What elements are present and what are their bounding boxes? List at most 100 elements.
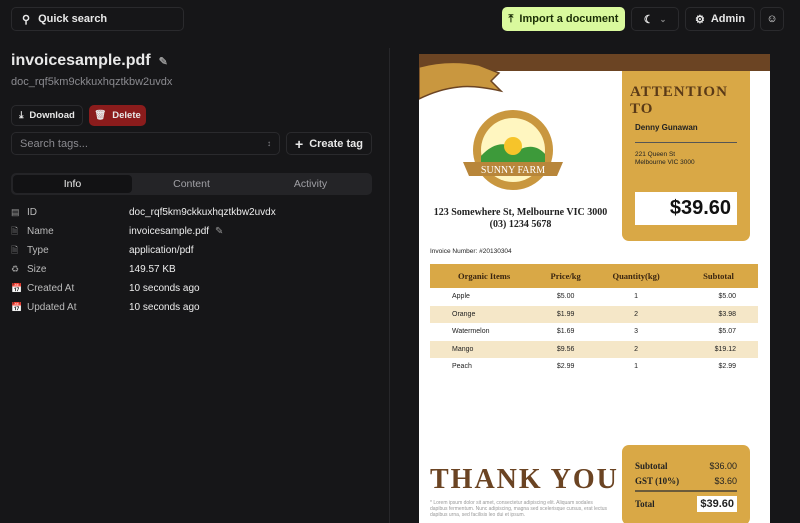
separator — [635, 490, 737, 492]
info-value: 149.57 KB — [129, 264, 176, 275]
subtotal-label: Subtotal — [635, 461, 668, 471]
table-cell: 3 — [634, 328, 639, 336]
info-row: ▤ ID doc_rqf5km9ckkuxhqztkbw2uvdx — [11, 203, 381, 222]
table-row: Watermelon $1.69 3 $5.07 — [430, 323, 758, 341]
document-id: doc_rqf5km9ckkuxhqztkbw2uvdx — [11, 76, 173, 88]
col-header: Quantity(kg) — [593, 264, 680, 288]
user-icon: ☺ — [766, 13, 778, 25]
info-value-wrap: application/pdf — [129, 245, 194, 256]
subtotal-value: $36.00 — [709, 461, 737, 471]
info-row: 🗎 Name invoicesample.pdf ✎ — [11, 222, 381, 241]
file-type-icon: 🗎 — [11, 244, 19, 255]
table-cell: 2 — [593, 305, 680, 323]
address-line-2: Melbourne VIC 3000 — [635, 159, 695, 166]
amount-due: $39.60 — [635, 192, 737, 225]
info-value-wrap: 10 seconds ago — [129, 302, 200, 313]
document-title-text: invoicesample.pdf — [11, 52, 151, 69]
thank-you-heading: THANK YOU — [430, 464, 619, 495]
table-cell: $2.99 — [556, 363, 575, 371]
info-value-wrap: 149.57 KB — [129, 264, 176, 275]
top-bar: ⚲ Quick search ⤒ Import a document ☾ ⌄ ⚙… — [0, 0, 800, 38]
table-cell: $5.00 — [556, 293, 575, 301]
admin-button[interactable]: ⚙ Admin — [685, 7, 755, 31]
table-cell: $5.07 — [718, 328, 736, 336]
admin-label: Admin — [710, 13, 746, 25]
table-cell: 2 — [593, 340, 680, 358]
total-label: Total — [635, 499, 655, 509]
footnote: * Lorem ipsum dolor sit amet, consectetu… — [430, 500, 608, 518]
pencil-icon[interactable]: ✎ — [215, 226, 223, 237]
attention-box: ATTENTION TO Denny Gunawan 221 Queen St M… — [622, 71, 750, 241]
table-cell: $19.12 — [679, 340, 758, 358]
search-tags-placeholder: Search tags... — [20, 137, 88, 150]
tab-info[interactable]: Info — [13, 175, 132, 193]
table-cell: 1 — [634, 293, 639, 301]
pdf-preview[interactable]: SUNNY FARM 123 Somewhere St, Melbourne V… — [419, 54, 770, 523]
info-value-wrap: 10 seconds ago — [129, 283, 200, 294]
download-button[interactable]: ⤓ Download — [11, 105, 83, 126]
download-icon: ⤓ — [19, 110, 24, 121]
theme-toggle-button[interactable]: ☾ ⌄ — [631, 7, 679, 31]
tab-content[interactable]: Content — [132, 175, 251, 193]
import-document-button[interactable]: ⤒ Import a document — [502, 7, 625, 31]
calendar-icon: 📅 — [11, 302, 23, 312]
create-tag-button[interactable]: + Create tag — [286, 132, 372, 155]
ribbon-decoration — [419, 61, 504, 100]
pencil-icon[interactable]: ✎ — [159, 55, 168, 68]
gst-label: GST (10%) — [635, 476, 680, 486]
recipient-address: 221 Queen St Melbourne VIC 3000 — [635, 151, 695, 167]
gst-row: GST (10%) $3.60 — [635, 476, 737, 486]
tab-activity[interactable]: Activity — [251, 175, 370, 193]
table-row: Apple $5.00 1 $5.00 — [430, 288, 758, 306]
chevron-updown-icon: ↕ — [267, 139, 271, 148]
info-key: ID — [27, 207, 37, 218]
items-table: Organic Items Price/kg Quantity(kg) Subt… — [430, 264, 758, 376]
table-cell: 1 — [634, 363, 639, 371]
table-cell: Orange — [430, 305, 539, 323]
subtotal-row: Subtotal $36.00 — [635, 461, 737, 471]
info-value-wrap: doc_rqf5km9ckkuxhqztkbw2uvdx — [129, 207, 276, 218]
upload-icon: ⤒ — [508, 12, 514, 25]
col-header: Subtotal — [679, 264, 758, 288]
info-row: 🗎 Type application/pdf — [11, 241, 381, 260]
info-key: Created At — [27, 283, 75, 294]
info-key: Type — [27, 245, 49, 256]
info-list: ▤ ID doc_rqf5km9ckkuxhqztkbw2uvdx 🗎 Name invo… — [11, 203, 381, 317]
tab-bar: Info Content Activity — [11, 173, 372, 195]
table-row: Peach $2.99 1 $2.99 — [430, 358, 758, 376]
info-row: ♻ Size 149.57 KB — [11, 260, 381, 279]
info-value: 10 seconds ago — [129, 283, 200, 294]
info-value-wrap: invoicesample.pdf ✎ — [129, 226, 223, 237]
info-value: doc_rqf5km9ckkuxhqztkbw2uvdx — [129, 207, 276, 218]
quick-search-label: Quick search — [38, 13, 108, 25]
file-icon: 🗎 — [11, 225, 19, 236]
col-header: Price/kg — [538, 264, 594, 288]
table-cell: Mango — [430, 340, 539, 358]
separator — [635, 142, 737, 143]
table-cell: Watermelon — [452, 328, 490, 336]
chevron-down-icon: ⌄ — [659, 14, 667, 24]
total-row: Total $39.60 — [635, 496, 737, 512]
total-value: $39.60 — [697, 496, 737, 512]
calendar-icon: 📅 — [11, 283, 23, 293]
company-address: 123 Somewhere St, Melbourne VIC 3000 (03)… — [419, 207, 622, 231]
col-header: Organic Items — [430, 264, 539, 288]
create-tag-label: Create tag — [309, 137, 363, 150]
info-key: Size — [27, 264, 47, 275]
download-label: Download — [29, 110, 75, 121]
panel-divider — [389, 48, 390, 523]
quick-search-button[interactable]: ⚲ Quick search — [11, 7, 184, 31]
search-tags-select[interactable]: Search tags... ↕ — [11, 132, 280, 155]
company-street: 123 Somewhere St, Melbourne VIC 3000 — [433, 207, 608, 218]
moon-icon: ☾ — [643, 13, 654, 26]
delete-label: Delete — [112, 110, 141, 121]
trash-icon: 🗑 — [94, 110, 107, 121]
totals-box: Subtotal $36.00 GST (10%) $3.60 Total $39.6… — [622, 445, 750, 523]
delete-button[interactable]: 🗑 Delete — [89, 105, 146, 126]
address-line-1: 221 Queen St — [635, 151, 676, 158]
company-phone: (03) 1234 5678 — [489, 219, 552, 230]
user-menu-button[interactable]: ☺ — [760, 7, 784, 31]
table-cell: $2.99 — [718, 363, 736, 371]
plus-icon: + — [295, 135, 304, 152]
info-key: Updated At — [27, 302, 77, 313]
